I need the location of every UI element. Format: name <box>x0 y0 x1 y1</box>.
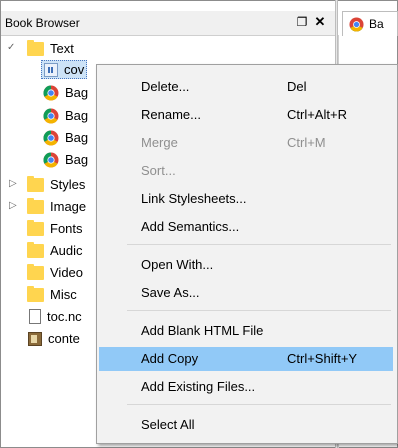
menu-item-delete[interactable]: Delete... Del <box>99 75 393 99</box>
menu-item-shortcut: Ctrl+Alt+R <box>287 107 347 122</box>
tree-item-toc[interactable]: toc.nc <box>29 307 82 326</box>
menu-item-add-existing-files[interactable]: Add Existing Files... <box>99 375 393 399</box>
tree-item-label: Bag <box>65 152 89 167</box>
tree-item-label: Bag <box>65 108 89 123</box>
tree-item-text[interactable]: Text <box>27 39 74 58</box>
folder-icon <box>27 197 44 214</box>
menu-item-shortcut: Ctrl+Shift+Y <box>287 351 358 366</box>
tree-item-label: Video <box>50 265 84 280</box>
folder-icon <box>27 263 44 280</box>
folder-icon <box>27 285 44 302</box>
tree-item-label: conte <box>48 331 80 346</box>
menu-item-shortcut: Del <box>287 79 307 94</box>
menu-item-merge: Merge Ctrl+M <box>99 131 393 155</box>
tree-item-label: Styles <box>50 177 86 192</box>
menu-item-label: Add Semantics... <box>141 219 240 234</box>
menu-item-link-stylesheets[interactable]: Link Stylesheets... <box>99 187 393 211</box>
folder-icon <box>27 219 44 236</box>
folder-icon <box>27 39 44 56</box>
tree-item-html[interactable]: Bag <box>43 83 88 102</box>
tree-item-styles[interactable]: Styles <box>27 175 85 194</box>
chrome-icon <box>349 17 364 32</box>
menu-item-add-blank-html[interactable]: Add Blank HTML File <box>99 319 393 343</box>
expand-arrow-icon[interactable]: ▷ <box>9 200 17 211</box>
tree-item-html[interactable]: Bag <box>43 106 88 125</box>
menu-separator <box>127 404 391 405</box>
menu-item-save-as[interactable]: Save As... <box>99 281 393 305</box>
close-icon[interactable]: ✕ <box>313 13 327 31</box>
float-icon[interactable]: ❐ <box>294 13 310 31</box>
menu-separator <box>127 310 391 311</box>
tree-item-label: Text <box>50 41 74 56</box>
tree-item-audio[interactable]: Audic <box>27 241 83 260</box>
menu-item-label: Add Blank HTML File <box>141 323 264 338</box>
tree-item-video[interactable]: Video <box>27 263 83 282</box>
tree-item-label: Bag <box>65 130 89 145</box>
expand-arrow-icon[interactable]: ▷ <box>9 178 17 189</box>
folder-icon <box>27 241 44 258</box>
tree-item-cover[interactable]: cov <box>41 60 88 79</box>
html-file-icon <box>44 62 58 77</box>
menu-item-select-all[interactable]: Select All <box>99 413 393 437</box>
menu-item-label: Add Copy <box>141 351 199 366</box>
tree-item-label: Misc <box>50 287 77 302</box>
panel-title: Book Browser <box>5 16 80 30</box>
book-browser-header: Book Browser ❐ ✕ <box>1 11 335 36</box>
editor-tab[interactable]: Ba <box>342 11 398 36</box>
menu-item-label: Save As... <box>141 285 200 300</box>
menu-item-label: Merge <box>141 135 178 150</box>
menu-item-label: Sort... <box>141 163 176 178</box>
tree-item-label: toc.nc <box>47 309 82 324</box>
chrome-icon <box>43 85 59 101</box>
menu-item-label: Link Stylesheets... <box>141 191 247 206</box>
tree-item-html[interactable]: Bag <box>43 150 88 169</box>
collapse-arrow-icon[interactable]: ✓ <box>7 42 15 53</box>
tree-item-content[interactable]: conte <box>28 329 80 348</box>
menu-item-open-with[interactable]: Open With... <box>99 253 393 277</box>
tree-item-html[interactable]: Bag <box>43 128 88 147</box>
folder-icon <box>27 175 44 192</box>
menu-item-add-semantics[interactable]: Add Semantics... <box>99 215 393 239</box>
chrome-icon <box>43 130 59 146</box>
tree-item-label: Bag <box>65 85 89 100</box>
chrome-icon <box>43 152 59 168</box>
menu-item-shortcut: Ctrl+M <box>287 135 326 150</box>
menu-item-label: Delete... <box>141 79 190 94</box>
selected-item-box: cov <box>41 60 88 79</box>
menu-separator <box>127 244 391 245</box>
tree-item-fonts[interactable]: Fonts <box>27 219 83 238</box>
tree-item-misc[interactable]: Misc <box>27 285 77 304</box>
menu-item-label: Open With... <box>141 257 214 272</box>
menu-item-label: Add Existing Files... <box>141 379 256 394</box>
tree-item-label: Fonts <box>50 221 83 236</box>
context-menu: Delete... Del Rename... Ctrl+Alt+R Merge… <box>96 64 398 444</box>
document-icon <box>29 309 41 324</box>
tree-item-images[interactable]: Image <box>27 197 86 216</box>
menu-item-rename[interactable]: Rename... Ctrl+Alt+R <box>99 103 393 127</box>
menu-item-label: Select All <box>141 417 195 432</box>
tree-item-label: Image <box>50 199 87 214</box>
chrome-icon <box>43 108 59 124</box>
menu-item-label: Rename... <box>141 107 201 122</box>
menu-item-sort: Sort... <box>99 159 393 183</box>
tree-item-label: cov <box>64 62 85 77</box>
opf-icon <box>28 331 42 346</box>
menu-item-add-copy[interactable]: Add Copy Ctrl+Shift+Y <box>99 347 393 371</box>
editor-tab-label: Ba <box>369 17 384 31</box>
tree-item-label: Audic <box>50 243 83 258</box>
